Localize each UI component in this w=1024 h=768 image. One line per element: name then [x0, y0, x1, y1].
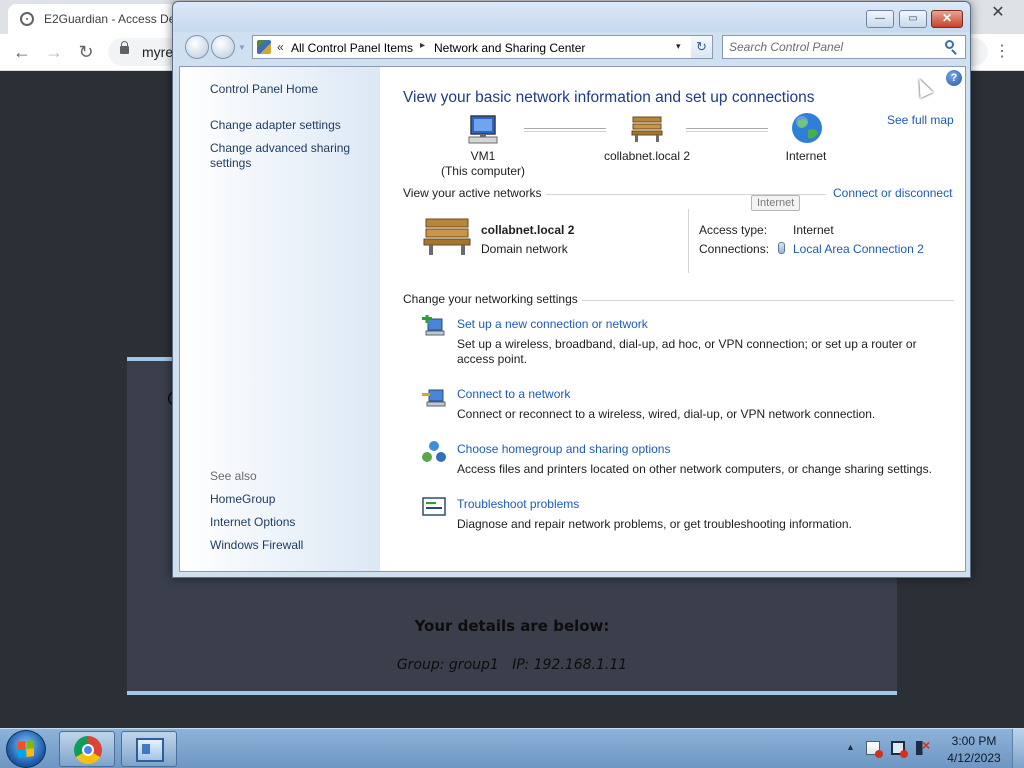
- task-connect-network-desc: Connect or reconnect to a wireless, wire…: [457, 407, 876, 421]
- page-title: View your basic network information and …: [403, 89, 815, 106]
- minimize-button[interactable]: —: [866, 10, 894, 28]
- control-panel-icon: [257, 40, 271, 54]
- lock-icon: [120, 41, 129, 54]
- map-connector-line: [686, 128, 768, 132]
- computer-icon: [468, 115, 498, 144]
- local-area-connection-link[interactable]: Local Area Connection 2: [793, 242, 924, 256]
- change-settings-title: Change your networking settings: [403, 292, 578, 306]
- window-content: Control Panel Home Change adapter settin…: [179, 66, 966, 572]
- details-title: Your details are below:: [414, 617, 610, 635]
- active-network-type[interactable]: Domain network: [481, 242, 568, 256]
- maximize-button[interactable]: ▭: [899, 10, 927, 28]
- address-bar[interactable]: « All Control Panel Items ▸ Network and …: [252, 35, 713, 59]
- forward-button[interactable]: [211, 35, 235, 59]
- map-connector-line: [524, 128, 606, 132]
- connect-network-icon: [422, 389, 446, 407]
- task-troubleshoot-desc: Diagnose and repair network problems, or…: [457, 517, 852, 531]
- breadcrumb-overflow[interactable]: «: [277, 40, 284, 54]
- map-network-name: collabnet.local 2: [603, 149, 691, 163]
- browser-forward-icon[interactable]: →: [42, 40, 66, 64]
- search-box[interactable]: [722, 35, 966, 59]
- connect-or-disconnect-link[interactable]: Connect or disconnect: [833, 186, 952, 200]
- vertical-divider: [688, 209, 689, 273]
- refresh-button[interactable]: ↻: [691, 35, 713, 59]
- main-content: ? View your basic network information an…: [380, 67, 965, 571]
- window-titlebar[interactable]: — ▭ ✕: [173, 2, 970, 32]
- address-url: myre: [142, 44, 174, 60]
- section-divider: [582, 300, 954, 301]
- network-tray-icon[interactable]: [891, 741, 908, 758]
- see-full-map-link[interactable]: See full map: [887, 113, 954, 127]
- homegroup-icon: [422, 441, 446, 462]
- browser-close-icon[interactable]: ✕: [986, 2, 1010, 26]
- sidebar-change-adapter-settings[interactable]: Change adapter settings: [210, 118, 341, 132]
- task-connect-network-link[interactable]: Connect to a network: [457, 387, 570, 401]
- search-input[interactable]: [723, 36, 938, 58]
- sidebar-control-panel-home[interactable]: Control Panel Home: [210, 82, 318, 96]
- show-hidden-icons-icon[interactable]: ▲: [846, 742, 855, 752]
- start-button[interactable]: [6, 730, 46, 768]
- breadcrumb-all-control-panel-items[interactable]: All Control Panel Items: [291, 41, 413, 55]
- address-dropdown-icon[interactable]: ▾: [676, 41, 681, 52]
- map-computer-name: VM1: [470, 149, 496, 163]
- chrome-icon: [74, 736, 102, 764]
- bench-network-icon: [631, 116, 663, 142]
- browser-tab[interactable]: E2Guardian - Access Den: [8, 4, 183, 34]
- sidebar-change-advanced-sharing-settings[interactable]: Change advanced sharing settings: [210, 141, 370, 171]
- access-type-value: Internet: [793, 223, 834, 237]
- tab-favicon-icon: [20, 12, 34, 26]
- sidebar-windows-firewall[interactable]: Windows Firewall: [210, 538, 303, 552]
- details-line: Group: group1 IP: 192.168.1.11: [396, 657, 628, 673]
- active-network-name: collabnet.local 2: [481, 223, 575, 237]
- task-troubleshoot-link[interactable]: Troubleshoot problems: [457, 497, 579, 511]
- browser-menu-icon[interactable]: ⋮: [994, 42, 1010, 62]
- ethernet-connection-icon: [778, 242, 785, 254]
- browser-back-icon[interactable]: ←: [10, 40, 34, 64]
- help-icon[interactable]: ?: [946, 70, 962, 86]
- taskbar-chrome-button[interactable]: [59, 731, 115, 767]
- network-sharing-center-window: — ▭ ✕ ▼ « All Control Panel Items ▸ Netw…: [172, 1, 971, 578]
- clock-date[interactable]: 4/12/2023: [940, 751, 1008, 765]
- internet-globe-icon: [792, 113, 822, 143]
- action-center-icon[interactable]: [866, 741, 883, 758]
- access-type-label: Access type:: [699, 223, 768, 237]
- sidebar-internet-options[interactable]: Internet Options: [210, 515, 295, 529]
- tooltip: Internet: [751, 195, 801, 211]
- connections-label: Connections:: [699, 242, 770, 256]
- close-button[interactable]: ✕: [931, 10, 963, 28]
- task-homegroup-desc: Access files and printers located on oth…: [457, 462, 932, 476]
- recent-pages-chevron-icon[interactable]: ▼: [238, 43, 246, 52]
- map-internet: Internet: [785, 149, 827, 163]
- task-homegroup-link[interactable]: Choose homegroup and sharing options: [457, 442, 670, 456]
- new-connection-icon: [422, 315, 445, 336]
- sidebar: Control Panel Home Change adapter settin…: [180, 67, 380, 571]
- see-also-label: See also: [210, 469, 257, 483]
- clock-time[interactable]: 3:00 PM: [940, 734, 1008, 748]
- troubleshoot-icon: [422, 497, 446, 516]
- search-icon[interactable]: [945, 40, 954, 49]
- show-desktop-button[interactable]: [1012, 729, 1024, 768]
- bench-network-icon: [423, 218, 471, 255]
- active-networks-title: View your active networks: [403, 186, 542, 200]
- control-panel-icon: [136, 738, 164, 762]
- breadcrumb-separator-icon[interactable]: ▸: [420, 40, 425, 51]
- browser-reload-icon[interactable]: ↻: [74, 40, 98, 64]
- volume-muted-icon[interactable]: [916, 737, 930, 755]
- taskbar: ▲ 3:00 PM 4/12/2023: [0, 728, 1024, 768]
- back-button[interactable]: [185, 35, 209, 59]
- sidebar-homegroup[interactable]: HomeGroup: [210, 492, 275, 506]
- map-computer-note: (This computer): [440, 164, 526, 178]
- breadcrumb-network-sharing-center[interactable]: Network and Sharing Center: [434, 41, 585, 55]
- task-setup-connection-desc: Set up a wireless, broadband, dial-up, a…: [457, 337, 917, 366]
- taskbar-control-panel-button[interactable]: [121, 731, 177, 767]
- windows-logo-icon: [18, 740, 34, 758]
- navigation-bar: ▼ « All Control Panel Items ▸ Network an…: [179, 32, 966, 62]
- tab-title: E2Guardian - Access Den: [44, 12, 179, 26]
- task-setup-connection-link[interactable]: Set up a new connection or network: [457, 317, 648, 331]
